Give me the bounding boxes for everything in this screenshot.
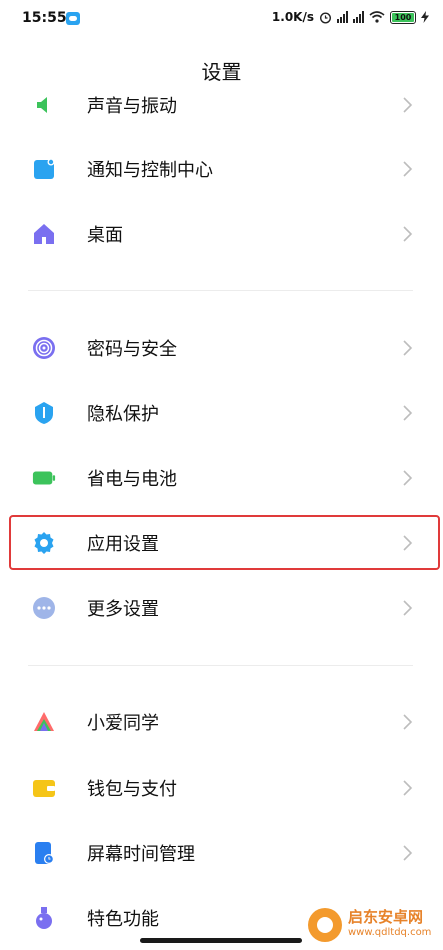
section-divider (28, 290, 413, 291)
more-icon (32, 596, 56, 620)
chevron-right-icon (403, 340, 413, 356)
battery-indicator: 100 (390, 10, 416, 24)
watermark-logo-icon (308, 907, 342, 942)
status-time: 15:55 (22, 10, 67, 26)
chevron-right-icon (403, 714, 413, 730)
speaker-icon (32, 93, 56, 117)
flask-icon (32, 906, 56, 930)
status-bar: 15:55 1.0K/s 100 (0, 0, 443, 38)
watermark: 启东安卓网 www.qdltdq.com (308, 900, 443, 949)
list-item-wallet[interactable]: 钱包与支付 (0, 756, 443, 820)
shield-icon (32, 401, 56, 425)
list-item-notification[interactable]: 通知与控制中心 (0, 137, 443, 201)
list-item-password[interactable]: 密码与安全 (0, 316, 443, 380)
list-item-desktop[interactable]: 桌面 (0, 202, 443, 266)
list-item-label: 特色功能 (87, 909, 159, 930)
highlight-box (9, 515, 440, 570)
signal-icon-2 (353, 11, 364, 23)
status-icons: 1.0K/s 100 (272, 10, 429, 24)
list-item-label: 隐私保护 (87, 404, 159, 425)
list-item-privacy[interactable]: 隐私保护 (0, 381, 443, 445)
list-item-xiaoai[interactable]: 小爱同学 (0, 690, 443, 754)
list-item-more-settings[interactable]: 更多设置 (0, 576, 443, 640)
list-item-screen-time[interactable]: 屏幕时间管理 (0, 821, 443, 885)
fingerprint-icon (32, 336, 56, 360)
battery-icon (32, 466, 56, 490)
list-item-label: 密码与安全 (87, 339, 177, 360)
alarm-icon (319, 11, 332, 24)
watermark-url: www.qdltdq.com (348, 926, 432, 938)
watermark-title: 启东安卓网 (348, 907, 424, 926)
wifi-icon (369, 11, 385, 23)
signal-icon-1 (337, 11, 348, 23)
chevron-right-icon (403, 845, 413, 861)
list-item-label: 桌面 (87, 225, 123, 246)
chevron-right-icon (403, 780, 413, 796)
list-item-label: 省电与电池 (87, 469, 177, 490)
list-item-label: 钱包与支付 (87, 779, 177, 800)
charging-icon (421, 11, 429, 23)
xiaoai-icon (32, 710, 56, 734)
list-item-label: 屏幕时间管理 (87, 844, 195, 865)
cloud-icon (66, 12, 80, 25)
list-item-label: 更多设置 (87, 599, 159, 620)
screen-time-icon (32, 841, 56, 865)
chevron-right-icon (403, 470, 413, 486)
wallet-icon (32, 776, 56, 800)
list-item-label: 声音与振动 (87, 96, 177, 117)
chevron-right-icon (403, 405, 413, 421)
chevron-right-icon (403, 97, 413, 113)
list-item-sound[interactable]: 声音与振动 (0, 73, 443, 137)
net-speed: 1.0K/s (271, 10, 314, 24)
section-divider (28, 665, 413, 666)
home-icon (32, 222, 56, 246)
notification-icon (32, 157, 56, 181)
list-item-battery[interactable]: 省电与电池 (0, 446, 443, 510)
chevron-right-icon (403, 600, 413, 616)
chevron-right-icon (403, 161, 413, 177)
list-item-label: 小爱同学 (87, 713, 159, 734)
chevron-right-icon (403, 226, 413, 242)
home-indicator[interactable] (140, 938, 302, 943)
list-item-label: 通知与控制中心 (87, 160, 213, 181)
